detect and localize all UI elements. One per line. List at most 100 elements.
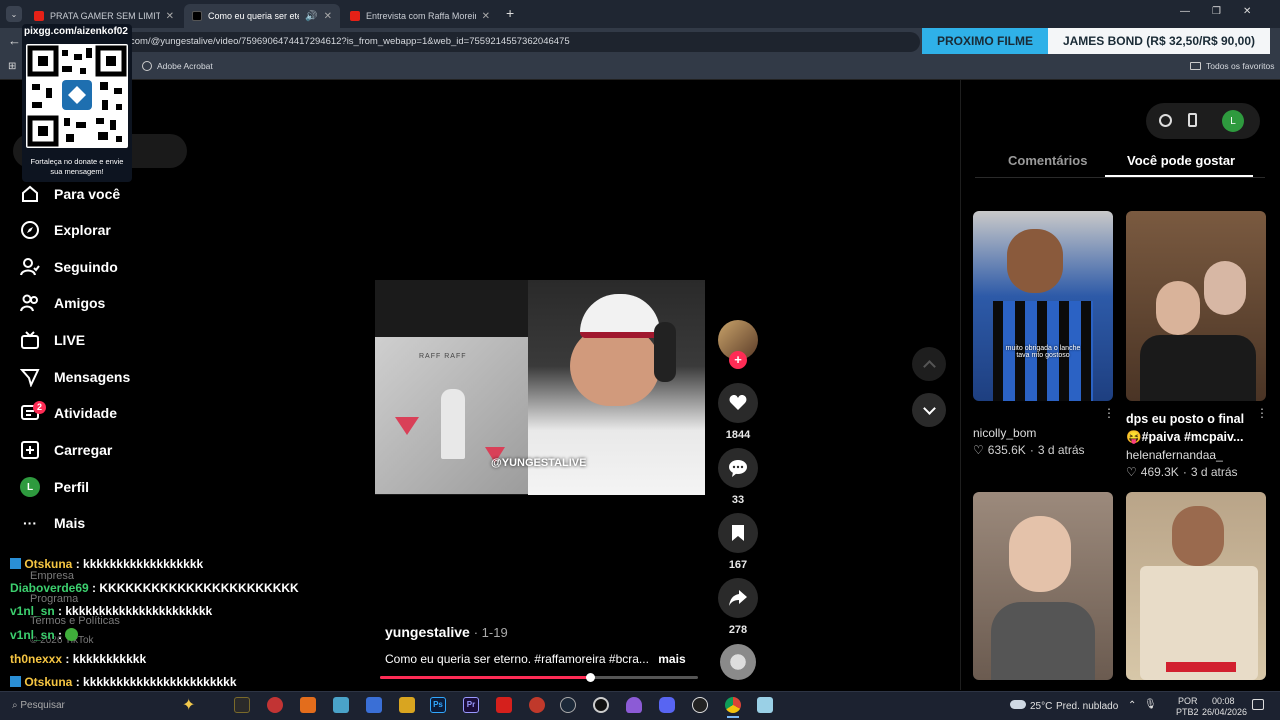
- sidebar-item-explorar[interactable]: Explorar: [20, 217, 111, 243]
- app-icon[interactable]: [692, 697, 708, 713]
- card-title[interactable]: dps eu posto o final 😝#paiva #mcpaiv...: [1126, 410, 1254, 446]
- video-player[interactable]: RAFF RAFF @YUNGESTALIVE: [375, 280, 705, 495]
- device-icon[interactable]: [1188, 113, 1197, 127]
- sidebar-item-live[interactable]: LIVE: [20, 327, 85, 353]
- acrobat-icon[interactable]: [496, 697, 512, 713]
- close-icon[interactable]: ✕: [324, 11, 332, 22]
- video-card[interactable]: [1126, 211, 1266, 401]
- next-video-button[interactable]: [912, 393, 946, 427]
- follow-button[interactable]: +: [729, 351, 747, 369]
- app-icon[interactable]: [529, 697, 545, 713]
- more-options-icon[interactable]: ⋮: [1103, 406, 1115, 420]
- all-bookmarks-button[interactable]: Todos os favoritos: [1190, 61, 1275, 71]
- speaker-icon[interactable]: 🔊: [305, 11, 317, 22]
- taskbar-search[interactable]: ⌕ Pesquisar: [8, 696, 168, 716]
- video-card[interactable]: muito obrigada o lanche tava mto gostoso: [973, 211, 1113, 401]
- live-icon: [21, 331, 39, 349]
- close-icon[interactable]: ✕: [166, 11, 174, 22]
- new-tab-button[interactable]: +: [506, 5, 514, 21]
- chat-text: kkkkkkkkkkk: [72, 652, 147, 666]
- clock-time[interactable]: 00:08: [1212, 696, 1235, 706]
- card-username[interactable]: nicolly_bom: [973, 426, 1036, 440]
- friends-icon: [20, 294, 38, 312]
- video-watermark: @YUNGESTALIVE: [491, 457, 587, 469]
- tab-search-button[interactable]: ⌄: [6, 6, 22, 22]
- copilot-icon[interactable]: ✦: [182, 695, 195, 715]
- close-icon[interactable]: ✕: [482, 11, 490, 22]
- clock-date[interactable]: 26/04/2026: [1202, 707, 1247, 717]
- like-count: 1844: [725, 429, 751, 441]
- user-avatar[interactable]: L: [1222, 110, 1244, 132]
- tab-entrevista[interactable]: Entrevista com Raffa Moreira - ✕: [342, 4, 498, 28]
- tab-voce-pode-gostar[interactable]: Você pode gostar: [1127, 153, 1235, 168]
- app-icon[interactable]: [366, 697, 382, 713]
- card-views: 635.6K: [987, 443, 1026, 457]
- apps-icon[interactable]: ⊞: [8, 61, 16, 72]
- card-face: [1156, 281, 1200, 335]
- keyboard-layout[interactable]: PTB2: [1176, 707, 1199, 717]
- card-username[interactable]: helenafernandaa_: [1126, 448, 1223, 462]
- sidebar-item-mensagens[interactable]: Mensagens: [20, 364, 130, 390]
- tab-comentarios[interactable]: Comentários: [1008, 153, 1087, 168]
- heart-outline-icon: ♡: [1126, 465, 1137, 479]
- close-window-icon[interactable]: ✕: [1243, 6, 1251, 17]
- back-icon[interactable]: ←: [8, 33, 21, 48]
- restore-icon[interactable]: ❐: [1212, 6, 1221, 17]
- app-icon[interactable]: [267, 697, 283, 713]
- more-link[interactable]: mais: [658, 652, 685, 666]
- card-bag-logo: [1166, 662, 1236, 672]
- video-card[interactable]: [973, 492, 1113, 680]
- chat-badge-icon: [10, 676, 21, 687]
- sidebar-item-mais[interactable]: ··· Mais: [20, 510, 85, 536]
- banner-label: PROXIMO FILME: [922, 28, 1048, 54]
- bookmark-adobe-acrobat[interactable]: Adobe Acrobat: [142, 61, 213, 71]
- tab-tiktok-video[interactable]: Como eu queria ser eterno 🔊 ✕: [184, 4, 340, 28]
- card-face: [1204, 261, 1246, 315]
- photoshop-icon[interactable]: Ps: [430, 697, 446, 713]
- author-username: yungestalive: [385, 624, 470, 640]
- app-icon[interactable]: [333, 697, 349, 713]
- progress-handle[interactable]: [585, 673, 595, 682]
- sidebar-item-seguindo[interactable]: Seguindo: [20, 254, 118, 280]
- app-icon[interactable]: [300, 697, 316, 713]
- card-age: 3 d atrás: [1190, 465, 1238, 479]
- minimize-icon[interactable]: —: [1180, 6, 1190, 17]
- app-icon[interactable]: [626, 697, 642, 713]
- notification-icon[interactable]: [1252, 699, 1264, 710]
- discord-icon[interactable]: [659, 697, 675, 713]
- video-author[interactable]: yungestalive · 1-19: [385, 624, 508, 640]
- premiere-icon[interactable]: Pr: [463, 697, 479, 713]
- tray-chevron-icon[interactable]: ⌃: [1128, 700, 1136, 711]
- donate-caption: Fortaleça no donate e envie sua mensagem…: [30, 157, 124, 176]
- chat-message: Otskuna : kkkkkkkkkkkkkkkkkk: [10, 557, 203, 571]
- chat-message: v1nl_sn : kkkkkkkkkkkkkkkkkkkkkk: [10, 604, 213, 618]
- language-code[interactable]: POR: [1178, 696, 1198, 706]
- more-options-icon[interactable]: ⋮: [1256, 406, 1268, 420]
- like-button[interactable]: [718, 383, 758, 423]
- video-progress-bar[interactable]: [380, 676, 698, 679]
- sidebar-item-label: Atividade: [54, 405, 118, 421]
- chrome-icon[interactable]: [725, 697, 741, 713]
- video-date: · 1-19: [473, 625, 508, 640]
- comment-button[interactable]: [718, 448, 758, 488]
- music-disc-icon[interactable]: [720, 644, 756, 680]
- save-button[interactable]: [718, 513, 758, 553]
- sidebar-item-para-voce[interactable]: Para você: [20, 181, 120, 207]
- heart-outline-icon: ♡: [973, 443, 984, 457]
- previous-video-button[interactable]: [912, 347, 946, 381]
- microphone-icon[interactable]: 🎙: [1144, 699, 1157, 710]
- app-icon[interactable]: [399, 697, 415, 713]
- next-movie-banner: PROXIMO FILME JAMES BOND (R$ 32,50/R$ 90…: [922, 28, 1270, 54]
- sidebar-item-amigos[interactable]: Amigos: [20, 290, 105, 316]
- sidebar-item-carregar[interactable]: Carregar: [20, 437, 112, 463]
- app-icon[interactable]: [757, 697, 773, 713]
- card-meta: ♡ 635.6K · 3 d atrás: [973, 443, 1085, 457]
- app-icon[interactable]: [234, 697, 250, 713]
- share-button[interactable]: [718, 578, 758, 618]
- video-card[interactable]: [1126, 492, 1266, 680]
- coins-icon[interactable]: [1159, 114, 1172, 127]
- chat-message: v1nl_sn :: [10, 628, 79, 642]
- steam-icon[interactable]: [560, 697, 576, 713]
- sidebar-item-perfil[interactable]: L Perfil: [20, 474, 89, 500]
- obs-icon[interactable]: [593, 697, 609, 713]
